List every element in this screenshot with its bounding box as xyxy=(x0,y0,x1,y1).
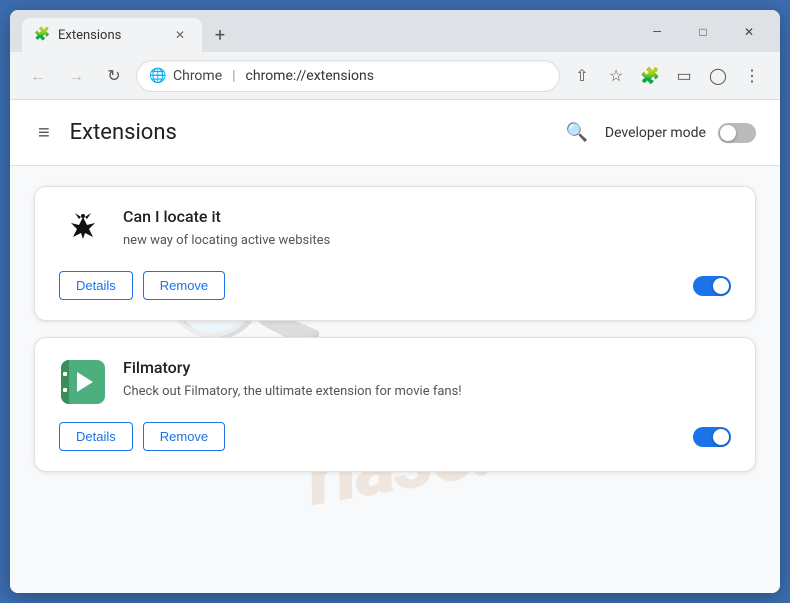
window-controls: — □ ✕ xyxy=(634,18,772,46)
address-separator: | xyxy=(232,68,235,84)
details-button-filmatory[interactable]: Details xyxy=(59,422,133,451)
share-icon: ⇧ xyxy=(575,66,588,85)
bookmark-button[interactable]: ☆ xyxy=(600,60,632,92)
remove-button-filmatory[interactable]: Remove xyxy=(143,422,225,451)
extension-top: Can I locate it new way of locating acti… xyxy=(59,207,731,255)
menu-button[interactable]: ⋮ xyxy=(736,60,768,92)
extension-actions-filmatory: Details Remove xyxy=(59,422,225,451)
dev-mode-toggle[interactable] xyxy=(718,123,756,143)
active-tab[interactable]: 🧩 Extensions ✕ xyxy=(22,18,202,52)
browser-window: 🧩 Extensions ✕ + — □ ✕ ← → ↻ xyxy=(10,10,780,593)
enable-toggle-can-locate-it[interactable] xyxy=(693,276,731,296)
extension-actions-can-locate-it: Details Remove xyxy=(59,271,225,300)
extensions-header: ≡ Extensions 🔍 Developer mode xyxy=(10,100,780,166)
back-button[interactable]: ← xyxy=(22,60,54,92)
close-button[interactable]: ✕ xyxy=(726,18,772,46)
reload-button[interactable]: ↻ xyxy=(98,60,130,92)
dev-mode-label: Developer mode xyxy=(605,125,706,141)
forward-icon: → xyxy=(68,66,84,86)
extension-info-can-locate-it: Can I locate it new way of locating acti… xyxy=(123,207,731,250)
enable-toggle-filmatory[interactable] xyxy=(693,427,731,447)
close-icon: ✕ xyxy=(744,25,754,39)
filmatory-strip xyxy=(61,360,69,404)
bookmark-icon: ☆ xyxy=(609,66,623,85)
address-site-name: Chrome xyxy=(173,68,222,84)
maximize-icon: □ xyxy=(699,25,706,39)
search-button[interactable]: 🔍 xyxy=(561,117,593,149)
profile-icon: ◯ xyxy=(709,66,727,85)
extensions-button[interactable]: 🧩 xyxy=(634,60,666,92)
tab-favicon: 🧩 xyxy=(34,27,50,43)
dev-mode-group: 🔍 Developer mode xyxy=(561,117,756,149)
reload-icon: ↻ xyxy=(107,66,120,85)
sidebar-button[interactable]: ▭ xyxy=(668,60,700,92)
extensions-icon: 🧩 xyxy=(640,66,660,85)
extensions-title-group: ≡ Extensions xyxy=(34,116,177,149)
profile-button[interactable]: ◯ xyxy=(702,60,734,92)
sidebar-icon: ▭ xyxy=(676,66,691,85)
tab-title: Extensions xyxy=(58,28,162,43)
page-content: ≡ Extensions 🔍 Developer mode 🔍 riase.co… xyxy=(10,100,780,593)
tab-strip: 🧩 Extensions ✕ + xyxy=(22,18,234,52)
tab-close-button[interactable]: ✕ xyxy=(170,25,190,45)
maximize-button[interactable]: □ xyxy=(680,18,726,46)
minimize-button[interactable]: — xyxy=(634,18,680,46)
address-bar[interactable]: 🌐 Chrome | chrome://extensions xyxy=(136,60,560,92)
extension-top-filmatory: Filmatory Check out Filmatory, the ultim… xyxy=(59,358,731,406)
extension-bottom-filmatory: Details Remove xyxy=(59,422,731,451)
extension-card-filmatory: Filmatory Check out Filmatory, the ultim… xyxy=(34,337,756,472)
extension-desc-can-locate-it: new way of locating active websites xyxy=(123,232,731,250)
minimize-icon: — xyxy=(652,25,661,39)
can-locate-icon xyxy=(61,209,105,253)
extensions-list: Can I locate it new way of locating acti… xyxy=(10,166,780,492)
extension-info-filmatory: Filmatory Check out Filmatory, the ultim… xyxy=(123,358,731,401)
nav-actions: ⇧ ☆ 🧩 ▭ ◯ ⋮ xyxy=(566,60,768,92)
forward-button[interactable]: → xyxy=(60,60,92,92)
extension-desc-filmatory: Check out Filmatory, the ultimate extens… xyxy=(123,383,731,401)
extension-name-can-locate-it: Can I locate it xyxy=(123,207,731,226)
extension-name-filmatory: Filmatory xyxy=(123,358,731,377)
extension-icon-filmatory xyxy=(59,358,107,406)
more-icon: ⋮ xyxy=(744,66,760,85)
hamburger-menu-icon[interactable]: ≡ xyxy=(34,116,54,149)
remove-button-can-locate-it[interactable]: Remove xyxy=(143,271,225,300)
extension-card-can-locate-it: Can I locate it new way of locating acti… xyxy=(34,186,756,321)
address-favicon: 🌐 xyxy=(149,68,165,84)
extension-icon-can-locate-it xyxy=(59,207,107,255)
address-url: chrome://extensions xyxy=(246,68,374,84)
page-title: Extensions xyxy=(70,120,177,145)
new-tab-button[interactable]: + xyxy=(206,21,234,49)
filmatory-icon xyxy=(61,360,105,404)
share-button[interactable]: ⇧ xyxy=(566,60,598,92)
title-bar: 🧩 Extensions ✕ + — □ ✕ xyxy=(10,10,780,52)
details-button-can-locate-it[interactable]: Details xyxy=(59,271,133,300)
nav-bar: ← → ↻ 🌐 Chrome | chrome://extensions ⇧ ☆… xyxy=(10,52,780,100)
back-icon: ← xyxy=(30,66,46,86)
extension-bottom-can-locate-it: Details Remove xyxy=(59,271,731,300)
